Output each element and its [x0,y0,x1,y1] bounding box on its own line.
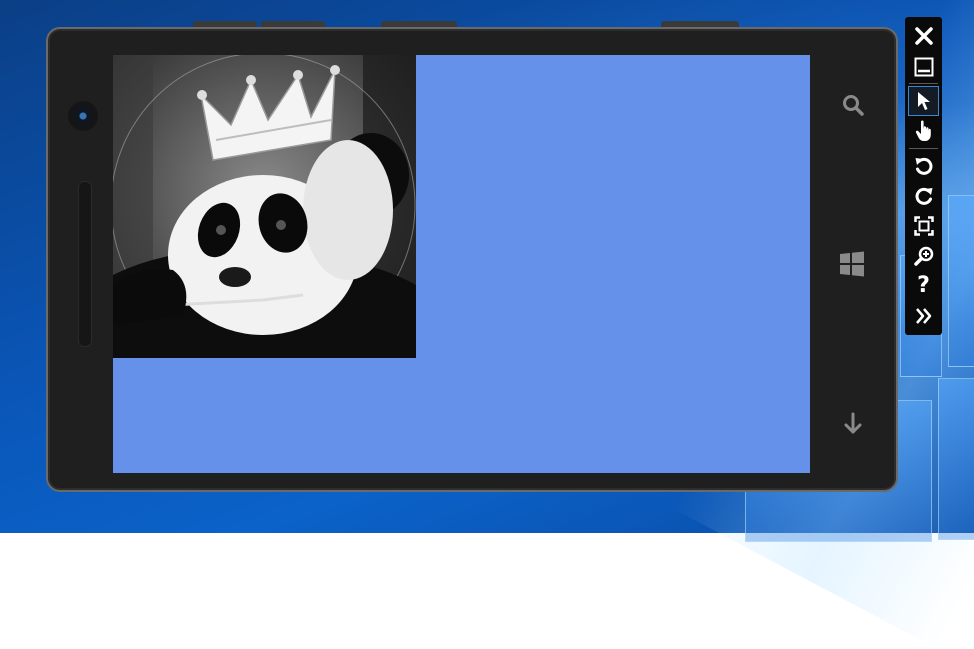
emulator-screen[interactable] [113,55,810,473]
rotate-left-button[interactable] [909,152,938,180]
single-point-mouse-input-button[interactable] [908,86,939,116]
back-arrow-icon [844,412,862,434]
rotate-right-icon [915,187,932,205]
minimize-button[interactable] [909,53,938,81]
zoom-button[interactable] [909,242,938,270]
additional-tools-button[interactable] [909,302,938,330]
double-chevron-right-icon [915,308,931,324]
close-icon [914,27,933,45]
cursor-arrow-icon [917,92,930,110]
fit-to-screen-button[interactable] [909,212,938,240]
start-key[interactable] [837,249,867,279]
phone-side-slot [78,181,92,347]
toolbar-separator [909,83,938,84]
close-button[interactable] [909,22,938,50]
panda-with-crown-image [113,55,416,358]
help-button[interactable]: ? [909,272,938,300]
hand-pointer-icon [915,120,931,141]
search-key[interactable] [839,91,867,119]
wallpaper-window-pane [938,378,974,540]
phone-emulator-frame [46,27,898,492]
rotate-left-icon [915,157,932,175]
rotate-right-button[interactable] [909,182,938,210]
fit-screen-icon [913,216,934,236]
windows-start-icon [840,251,864,277]
emulator-toolbar: ? [905,17,942,335]
back-key[interactable] [839,410,867,438]
help-icon: ? [917,273,930,298]
search-icon [843,95,864,116]
single-point-touch-input-button[interactable] [909,117,938,145]
toolbar-separator [909,148,938,149]
minimize-icon [914,57,933,77]
front-camera [68,101,98,131]
wallpaper-window-pane [948,195,974,367]
zoom-in-icon [913,246,933,266]
